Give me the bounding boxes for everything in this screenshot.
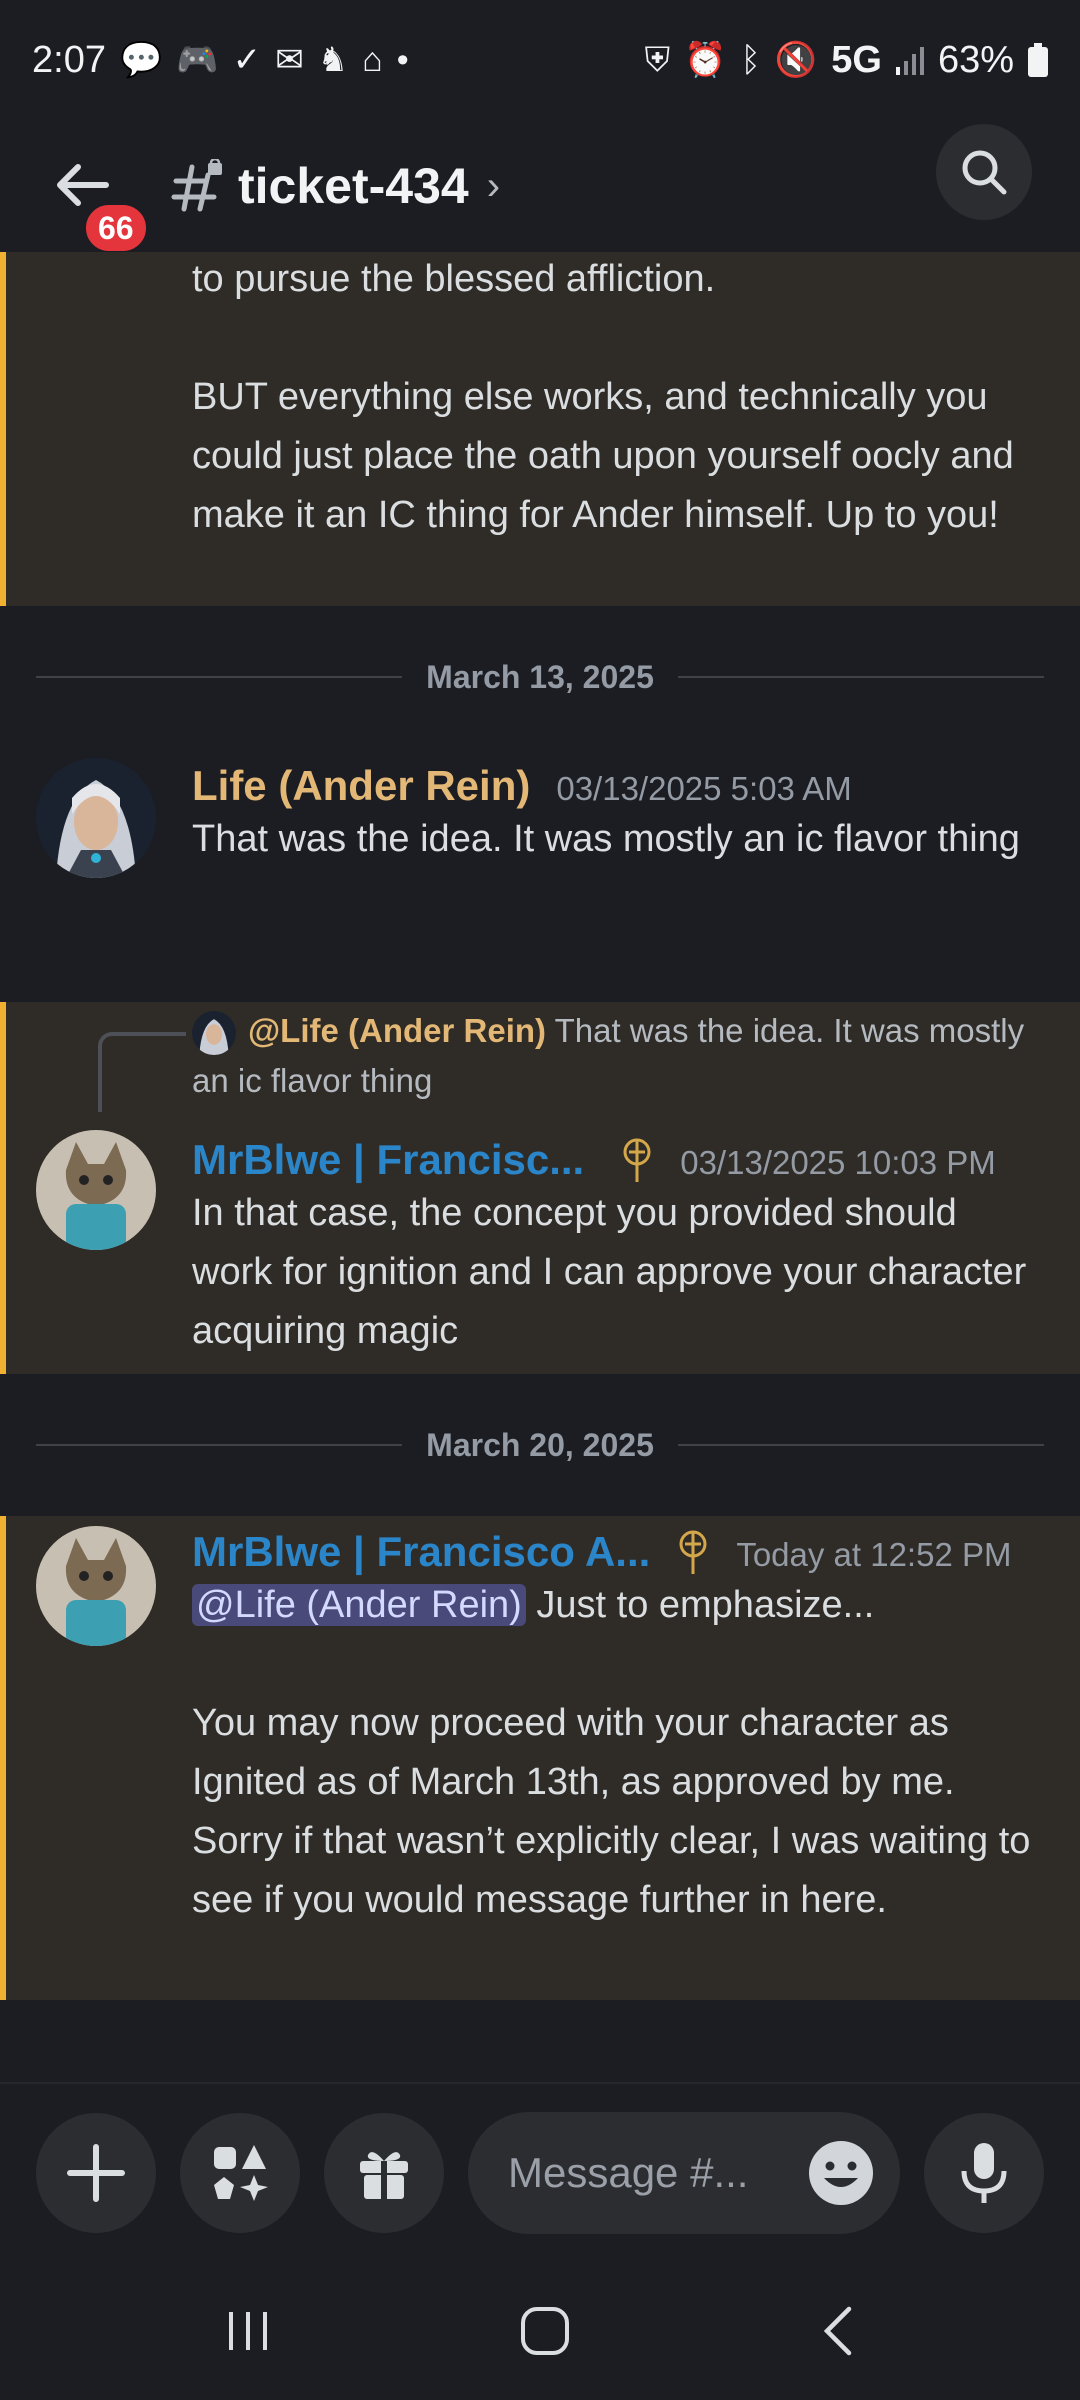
channel-title[interactable]: ticket-434	[238, 157, 469, 215]
system-navigation-bar	[0, 2262, 1080, 2400]
microphone-icon	[961, 2143, 1007, 2203]
alarm-icon: ⏰	[684, 41, 727, 79]
message-text: That was the idea. It was mostly an ic f…	[192, 818, 1020, 860]
emoji-icon[interactable]	[806, 2138, 876, 2208]
message-text-line: Just to emphasize...	[536, 1584, 875, 1626]
channel-chevron-icon[interactable]: ›	[487, 164, 500, 209]
battery-saver-icon: ⛨	[644, 41, 671, 79]
gift-icon	[360, 2152, 408, 2199]
message-composer: Message #...	[0, 2082, 1080, 2262]
back-button[interactable]: 66	[40, 141, 150, 255]
message-item[interactable]: Life (Ander Rein) 03/13/2025 5:03 AM Tha…	[0, 748, 1080, 1002]
user-mention[interactable]: @Life (Ander Rein)	[192, 1584, 526, 1626]
battery-percent: 63%	[937, 38, 1014, 81]
plus-icon	[67, 2144, 125, 2202]
apps-button[interactable]	[180, 2113, 300, 2233]
gift-button[interactable]	[324, 2113, 444, 2233]
role-icon	[623, 1138, 651, 1182]
role-icon	[679, 1530, 707, 1574]
message-list[interactable]: to pursue the blessed affliction. BUT ev…	[0, 252, 1080, 2082]
message-text: to pursue the blessed affliction.	[192, 258, 716, 300]
date-divider-label: March 13, 2025	[426, 658, 654, 695]
signal-icon	[895, 47, 924, 75]
date-divider: March 13, 2025	[0, 606, 1080, 748]
locked-channel-hash-icon	[171, 159, 222, 212]
message-item-reply[interactable]: @Life (Ander Rein) That was the idea. It…	[0, 1002, 1080, 1374]
reply-author: @Life (Ander Rein)	[248, 1012, 547, 1049]
app-notification-icon: ♞	[317, 41, 349, 79]
search-icon	[962, 150, 1007, 195]
message-author[interactable]: MrBlwe | Francisc...	[192, 1136, 584, 1184]
message-item-mention[interactable]: MrBlwe | Francisco A... Today at 12:52 P…	[0, 1516, 1080, 2000]
reply-connector	[98, 1032, 186, 1112]
message-author[interactable]: MrBlwe | Francisco A...	[192, 1528, 650, 1576]
message-text: BUT everything else works, and technical…	[192, 376, 1014, 536]
avatar[interactable]	[36, 1526, 156, 1646]
reply-preview[interactable]: @Life (Ander Rein) That was the idea. It…	[192, 1002, 1044, 1106]
discord-notification-icon: 🎮	[176, 41, 219, 79]
more-notifications-icon: •	[396, 41, 409, 79]
message-continued[interactable]: to pursue the blessed affliction. BUT ev…	[0, 252, 1080, 606]
check-notification-icon: ✓	[232, 41, 262, 79]
bluetooth-icon: ᛒ	[740, 41, 761, 79]
search-button[interactable]	[936, 124, 1032, 220]
message-text: @Life (Ander Rein) Just to emphasize...	[192, 1576, 1044, 1635]
channel-header: 66 ticket-434 ›	[0, 120, 1080, 255]
apps-icon	[214, 2145, 268, 2201]
message-author[interactable]: Life (Ander Rein)	[192, 762, 530, 810]
reply-avatar	[192, 1011, 236, 1056]
mute-icon: 🔇	[774, 41, 818, 79]
message-timestamp: 03/13/2025 10:03 PM	[680, 1144, 996, 1181]
message-text: You may now proceed with your character …	[192, 1702, 1031, 1921]
unread-badge: 66	[82, 201, 150, 255]
message-input[interactable]: Message #...	[468, 2112, 900, 2234]
battery-icon	[1028, 43, 1048, 77]
recent-apps-icon[interactable]	[223, 2306, 273, 2356]
back-arrow-icon	[57, 164, 109, 206]
system-back-icon[interactable]	[817, 2305, 857, 2357]
chat-notification-icon: 💬	[119, 41, 163, 79]
avatar[interactable]	[36, 1130, 156, 1250]
attach-button[interactable]	[36, 2113, 156, 2233]
message-input-placeholder: Message #...	[508, 2149, 749, 2196]
zillow-notification-icon: ⌂	[362, 41, 383, 79]
date-divider-label: March 20, 2025	[426, 1426, 654, 1463]
voice-message-button[interactable]	[924, 2113, 1044, 2233]
avatar[interactable]	[36, 758, 156, 878]
message-text: In that case, the concept you provided s…	[192, 1192, 1027, 1352]
date-divider: March 20, 2025	[0, 1374, 1080, 1516]
home-icon[interactable]	[519, 2305, 571, 2357]
message-timestamp: Today at 12:52 PM	[736, 1536, 1012, 1573]
network-label: 5G	[831, 38, 882, 81]
message-timestamp: 03/13/2025 5:03 AM	[556, 770, 852, 807]
status-bar: 2:07 💬 🎮 ✓ ✉ ♞ ⌂ • ⛨ ⏰ ᛒ 🔇 5G 63%	[0, 0, 1080, 120]
clock: 2:07	[32, 38, 106, 81]
mail-notification-icon: ✉	[275, 41, 304, 79]
